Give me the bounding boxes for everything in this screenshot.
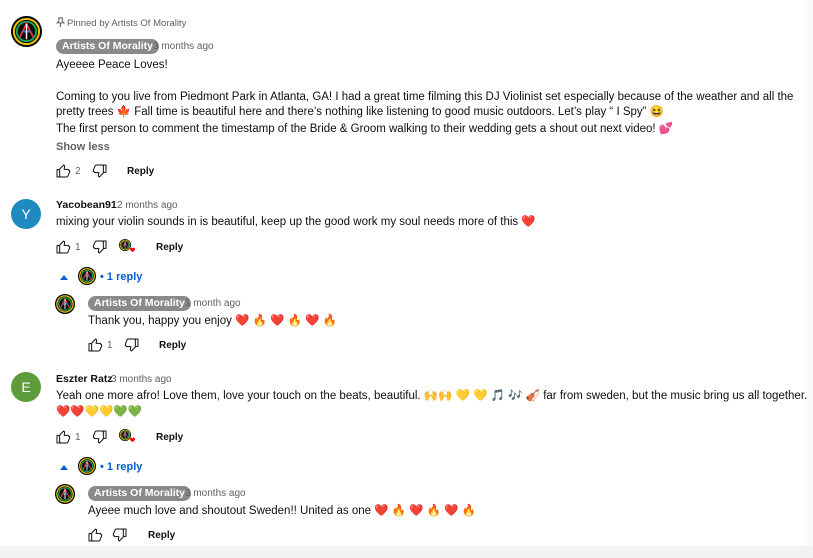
like-count: 1 (107, 340, 113, 351)
caret-up-icon[interactable] (60, 464, 68, 470)
author-badge[interactable]: Artists Of Morality (88, 296, 192, 311)
comment-time[interactable]: 3 months ago (111, 374, 172, 385)
thumbs-up-icon[interactable] (87, 527, 103, 543)
comment-time[interactable]: 3 months ago (153, 41, 214, 52)
like-count: 1 (75, 242, 81, 253)
show-less-link[interactable]: Show less (56, 141, 110, 153)
user-avatar[interactable]: Y (11, 199, 41, 229)
thumbs-up-icon[interactable] (55, 163, 71, 179)
channel-avatar[interactable] (11, 16, 42, 47)
comment-text-line: The first person to comment the timestam… (56, 123, 674, 135)
reply-button[interactable]: Reply (148, 530, 175, 541)
scrollbar-track[interactable] (807, 0, 813, 546)
comment-text-line: pretty trees 🍁 Fall time is beautiful he… (56, 106, 664, 118)
reply-time[interactable]: 1 month ago (185, 298, 241, 309)
comment-text-line: Coming to you live from Piedmont Park in… (56, 91, 794, 103)
creator-avatar-small (78, 267, 96, 285)
thumbs-down-icon[interactable] (124, 337, 140, 353)
comment-text-line: Yeah one more afro! Love them, love your… (56, 390, 808, 402)
thumbs-up-icon[interactable] (55, 429, 71, 445)
reply-button[interactable]: Reply (127, 166, 154, 177)
reply-button[interactable]: Reply (156, 242, 183, 253)
reply-text: Ayeee much love and shoutout Sweden!! Un… (88, 505, 477, 517)
reply-time[interactable]: 3 months ago (185, 488, 246, 499)
caret-up-icon[interactable] (60, 274, 68, 280)
channel-avatar[interactable] (55, 294, 75, 314)
comment-text-line: ❤️❤️💛💛💚💚 (56, 406, 142, 418)
thumbs-down-icon[interactable] (112, 527, 128, 543)
creator-avatar-small (78, 457, 96, 475)
comment-text: mixing your violin sounds in is beautifu… (56, 216, 536, 228)
pin-icon (56, 17, 65, 27)
thumbs-down-icon[interactable] (92, 429, 108, 445)
comment-author[interactable]: Eszter Ratz (56, 373, 113, 385)
thumbs-down-icon[interactable] (92, 163, 108, 179)
pinned-label: Pinned by Artists Of Morality (67, 18, 187, 29)
reply-button[interactable]: Reply (159, 340, 186, 351)
channel-avatar[interactable] (55, 484, 75, 504)
user-avatar[interactable]: E (11, 372, 41, 402)
view-replies-button[interactable]: • 1 reply (100, 461, 142, 473)
replies-count: 1 reply (106, 461, 143, 473)
author-badge[interactable]: Artists Of Morality (88, 486, 192, 501)
reply-text: Thank you, happy you enjoy ❤️ 🔥 ❤️ 🔥 ❤️ … (88, 315, 337, 327)
comment-text-line: Ayeeee Peace Loves! (56, 59, 168, 71)
view-replies-button[interactable]: • 1 reply (100, 271, 142, 283)
thumbs-down-icon[interactable] (92, 239, 108, 255)
reply-button[interactable]: Reply (156, 432, 183, 443)
creator-heart-icon (119, 239, 137, 255)
author-badge[interactable]: Artists Of Morality (56, 39, 160, 54)
like-count: 1 (75, 432, 81, 443)
thumbs-up-icon[interactable] (55, 239, 71, 255)
creator-heart-icon (119, 429, 137, 445)
replies-count: 1 reply (106, 271, 143, 283)
comment-author[interactable]: Yacobean91 (56, 199, 117, 211)
bottom-edge (0, 546, 813, 558)
thumbs-up-icon[interactable] (87, 337, 103, 353)
like-count: 2 (75, 166, 81, 177)
comment-time[interactable]: 2 months ago (117, 200, 178, 211)
